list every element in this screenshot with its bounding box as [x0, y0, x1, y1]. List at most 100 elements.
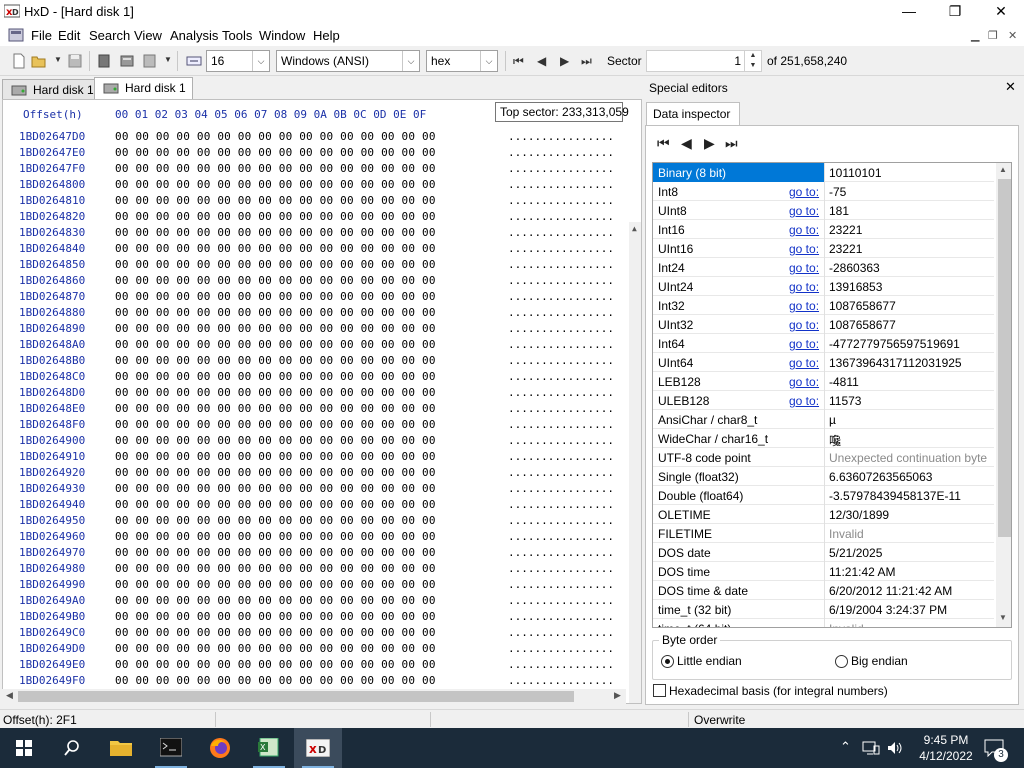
inspector-scrollbar[interactable]: ▲ ▼ — [996, 163, 1011, 627]
row-bytes[interactable]: 00 00 00 00 00 00 00 00 00 00 00 00 00 0… — [115, 226, 436, 239]
inspector-row[interactable]: Single (float32) 6.63607263565063 — [653, 467, 994, 486]
goto-link[interactable]: go to: — [789, 261, 819, 275]
inspector-row[interactable]: Binary (8 bit) 10110101 — [653, 163, 994, 182]
tab-data-inspector[interactable]: Data inspector — [646, 102, 740, 126]
goto-link[interactable]: go to: — [789, 280, 819, 294]
big-endian-label[interactable]: Big endian — [851, 654, 908, 668]
file-explorer-app[interactable] — [97, 728, 145, 768]
row-bytes[interactable]: 00 00 00 00 00 00 00 00 00 00 00 00 00 0… — [115, 402, 436, 415]
inspector-row[interactable]: UTF-8 code point Unexpected continuation … — [653, 448, 994, 467]
row-bytes[interactable]: 00 00 00 00 00 00 00 00 00 00 00 00 00 0… — [115, 658, 436, 671]
goto-link[interactable]: go to: — [789, 375, 819, 389]
hex-row[interactable]: 1BD0264800 00 00 00 00 00 00 00 00 00 00 … — [3, 178, 627, 194]
row-bytes[interactable]: 00 00 00 00 00 00 00 00 00 00 00 00 00 0… — [115, 290, 436, 303]
row-ascii[interactable]: ................ — [508, 338, 614, 351]
menu-edit[interactable]: Edit — [58, 28, 80, 43]
row-bytes[interactable]: 00 00 00 00 00 00 00 00 00 00 00 00 00 0… — [115, 162, 436, 175]
row-ascii[interactable]: ................ — [508, 562, 614, 575]
row-bytes[interactable]: 00 00 00 00 00 00 00 00 00 00 00 00 00 0… — [115, 530, 436, 543]
hex-row[interactable]: 1BD02648A0 00 00 00 00 00 00 00 00 00 00 … — [3, 338, 627, 354]
minimize-button[interactable]: — — [886, 0, 932, 24]
row-bytes[interactable]: 00 00 00 00 00 00 00 00 00 00 00 00 00 0… — [115, 178, 436, 191]
tab-hard-disk-1[interactable]: Hard disk 1 — [2, 79, 101, 100]
row-bytes[interactable]: 00 00 00 00 00 00 00 00 00 00 00 00 00 0… — [115, 482, 436, 495]
hex-row[interactable]: 1BD0264830 00 00 00 00 00 00 00 00 00 00 … — [3, 226, 627, 242]
inspector-row[interactable]: UInt16 go to: 23221 — [653, 239, 994, 258]
inspector-value[interactable]: 11:21:42 AM — [829, 565, 896, 579]
row-bytes[interactable]: 00 00 00 00 00 00 00 00 00 00 00 00 00 0… — [115, 354, 436, 367]
row-bytes[interactable]: 00 00 00 00 00 00 00 00 00 00 00 00 00 0… — [115, 594, 436, 607]
row-ascii[interactable]: ................ — [508, 258, 614, 271]
goto-link[interactable]: go to: — [789, 242, 819, 256]
row-ascii[interactable]: ................ — [508, 322, 614, 335]
row-ascii[interactable]: ................ — [508, 642, 614, 655]
start-button[interactable] — [0, 728, 48, 768]
menu-help[interactable]: Help — [313, 28, 340, 43]
scroll-thumb[interactable] — [18, 691, 574, 702]
open-folder-icon[interactable] — [31, 53, 47, 69]
scroll-up-icon[interactable]: ▲ — [632, 224, 637, 233]
inspector-value[interactable]: 嚵 — [829, 432, 841, 449]
clock-date[interactable]: 4/12/2022 — [910, 749, 982, 763]
volume-icon[interactable] — [886, 740, 904, 756]
goto-link[interactable]: go to: — [789, 223, 819, 237]
row-bytes[interactable]: 00 00 00 00 00 00 00 00 00 00 00 00 00 0… — [115, 338, 436, 351]
last-sector-icon[interactable]: ⏭ — [581, 54, 592, 69]
row-bytes[interactable]: 00 00 00 00 00 00 00 00 00 00 00 00 00 0… — [115, 306, 436, 319]
hex-basis-label[interactable]: Hexadecimal basis (for integral numbers) — [669, 684, 888, 698]
inspector-row[interactable]: WideChar / char16_t 嚵 — [653, 429, 994, 448]
inspector-row[interactable]: Int16 go to: 23221 — [653, 220, 994, 239]
goto-link[interactable]: go to: — [789, 185, 819, 199]
inspector-value[interactable]: 6/19/2004 3:24:37 PM — [829, 603, 947, 617]
menu-search[interactable]: Search — [89, 28, 130, 43]
row-ascii[interactable]: ................ — [508, 578, 614, 591]
inspector-row[interactable]: time_t (32 bit) 6/19/2004 3:24:37 PM — [653, 600, 994, 619]
row-bytes[interactable]: 00 00 00 00 00 00 00 00 00 00 00 00 00 0… — [115, 146, 436, 159]
row-ascii[interactable]: ................ — [508, 498, 614, 511]
hex-row[interactable]: 1BD02648C0 00 00 00 00 00 00 00 00 00 00 … — [3, 370, 627, 386]
close-icon[interactable]: ✕ — [1005, 79, 1016, 95]
hex-row[interactable]: 1BD0264870 00 00 00 00 00 00 00 00 00 00 … — [3, 290, 627, 306]
inspector-value[interactable]: -4811 — [829, 375, 859, 389]
mdi-restore-button[interactable]: ❐ — [988, 29, 998, 42]
last-icon[interactable]: ⏭ — [725, 135, 738, 152]
row-ascii[interactable]: ................ — [508, 674, 614, 687]
goto-link[interactable]: go to: — [789, 318, 819, 332]
hex-row[interactable]: 1BD0264910 00 00 00 00 00 00 00 00 00 00 … — [3, 450, 627, 466]
menu-analysis[interactable]: Analysis — [170, 28, 218, 43]
inspector-value[interactable]: -75 — [829, 185, 846, 199]
inspector-value[interactable]: 11573 — [829, 394, 861, 408]
row-bytes[interactable]: 00 00 00 00 00 00 00 00 00 00 00 00 00 0… — [115, 674, 436, 687]
goto-link[interactable]: go to: — [789, 204, 819, 218]
hex-row[interactable]: 1BD0264940 00 00 00 00 00 00 00 00 00 00 … — [3, 498, 627, 514]
next-icon[interactable]: ▶ — [704, 135, 715, 152]
inspector-row[interactable]: OLETIME 12/30/1899 — [653, 505, 994, 524]
terminal-app[interactable] — [147, 728, 195, 768]
inspector-value[interactable]: 23221 — [829, 223, 862, 237]
inspector-row[interactable]: DOS date 5/21/2025 — [653, 543, 994, 562]
hex-row[interactable]: 1BD02649A0 00 00 00 00 00 00 00 00 00 00 … — [3, 594, 627, 610]
inspector-value[interactable]: 181 — [829, 204, 849, 218]
inspector-row[interactable]: FILETIME Invalid — [653, 524, 994, 543]
row-bytes[interactable]: 00 00 00 00 00 00 00 00 00 00 00 00 00 0… — [115, 434, 436, 447]
row-ascii[interactable]: ................ — [508, 370, 614, 383]
hex-row[interactable]: 1BD0264970 00 00 00 00 00 00 00 00 00 00 … — [3, 546, 627, 562]
row-ascii[interactable]: ................ — [508, 450, 614, 463]
row-ascii[interactable]: ................ — [508, 658, 614, 671]
hex-row[interactable]: 1BD0264880 00 00 00 00 00 00 00 00 00 00 … — [3, 306, 627, 322]
inspector-row[interactable]: UInt8 go to: 181 — [653, 201, 994, 220]
row-ascii[interactable]: ................ — [508, 530, 614, 543]
disk-icon[interactable] — [96, 53, 112, 69]
row-bytes[interactable]: 00 00 00 00 00 00 00 00 00 00 00 00 00 0… — [115, 610, 436, 623]
hex-row[interactable]: 1BD0264890 00 00 00 00 00 00 00 00 00 00 … — [3, 322, 627, 338]
chevron-down-icon[interactable]: ⌵ — [252, 51, 269, 71]
inspector-value[interactable]: 6/20/2012 11:21:42 AM — [829, 584, 952, 598]
scroll-up-icon[interactable]: ▲ — [999, 165, 1007, 174]
row-bytes[interactable]: 00 00 00 00 00 00 00 00 00 00 00 00 00 0… — [115, 242, 436, 255]
inspector-value[interactable]: -2860363 — [829, 261, 880, 275]
hxd-app[interactable]: xD — [294, 728, 342, 768]
inspector-row[interactable]: DOS time 11:21:42 AM — [653, 562, 994, 581]
menu-tools[interactable]: Tools — [222, 28, 252, 43]
inspector-row[interactable]: Int64 go to: -4772779756597519691 — [653, 334, 994, 353]
mdi-minimize-button[interactable]: ▁ — [971, 29, 979, 42]
